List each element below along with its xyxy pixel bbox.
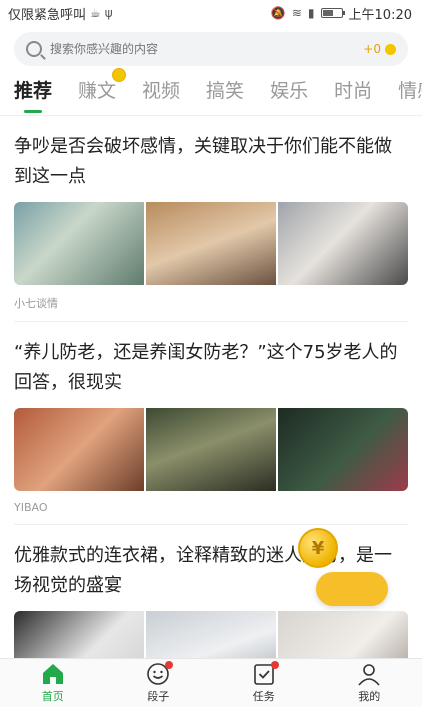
article-images[interactable] — [14, 202, 408, 285]
nav-jokes[interactable]: 段子 — [106, 659, 212, 707]
article-title[interactable]: “养儿防老，还是养闺女防老？”这个75岁老人的回答，很现实 — [14, 338, 408, 398]
carrier-text: 仅限紧急呼叫 — [8, 7, 87, 23]
article-title[interactable]: 争吵是否会破坏感情，关键取决于你们能不能做到这一点 — [14, 132, 408, 192]
category-tabs: 推荐 赚文 视频 搞笑 娱乐 时尚 情感 — [0, 66, 422, 116]
status-bar: 仅限紧急呼叫 ☕ ψ 🔕 ≋ ▮ 上午10:20 — [0, 0, 422, 26]
bottom-navigation: 首页 段子 任务 我的 — [0, 658, 422, 707]
article-source: YIBAO — [14, 501, 48, 514]
clock: 上午10:20 — [348, 7, 412, 23]
usb-icon: ψ — [104, 6, 113, 20]
nav-profile[interactable]: 我的 — [317, 659, 422, 707]
status-left: 仅限紧急呼叫 ☕ ψ — [8, 4, 113, 23]
tab-recommend[interactable]: 推荐 — [14, 76, 52, 115]
nav-label: 首页 — [41, 690, 64, 703]
tab-entertainment[interactable]: 娱乐 — [270, 76, 308, 115]
article-card[interactable]: 争吵是否会破坏感情，关键取决于你们能不能做到这一点 小七谈情 — [14, 116, 408, 322]
coin-badge-icon — [112, 68, 127, 82]
article-image[interactable] — [278, 202, 408, 285]
tab-fashion[interactable]: 时尚 — [334, 76, 372, 115]
article-card[interactable]: “养儿防老，还是养闺女防老？”这个75岁老人的回答，很现实 YIBAO — [14, 322, 408, 525]
reward-pill[interactable] — [316, 572, 388, 606]
article-image[interactable] — [146, 202, 276, 285]
search-bar[interactable]: +0 — [14, 32, 408, 66]
battery-icon — [320, 8, 345, 18]
tab-earn-articles[interactable]: 赚文 — [78, 68, 127, 115]
nav-label: 任务 — [252, 690, 275, 703]
coin-icon[interactable] — [385, 43, 396, 55]
wifi-icon: ≋ — [291, 6, 302, 20]
coin-count[interactable]: +0 — [363, 42, 381, 56]
notification-dot — [270, 661, 279, 669]
floating-reward-button[interactable]: ¥ — [298, 528, 388, 608]
app-notification-icon: ☕ — [90, 6, 101, 20]
tab-video[interactable]: 视频 — [142, 76, 180, 115]
smile-icon — [145, 661, 174, 686]
tab-emotion[interactable]: 情感 — [398, 76, 422, 115]
status-right: 🔕 ≋ ▮ 上午10:20 — [271, 4, 412, 23]
article-image[interactable] — [14, 202, 144, 285]
news-feed: 争吵是否会破坏感情，关键取决于你们能不能做到这一点 小七谈情 “养儿防老，还是养… — [0, 116, 422, 704]
task-icon — [251, 661, 279, 686]
mute-icon: 🔕 — [270, 6, 286, 20]
nav-label: 段子 — [147, 690, 170, 703]
article-image[interactable] — [14, 408, 144, 491]
notification-dot — [165, 661, 174, 669]
article-image[interactable] — [146, 408, 276, 491]
nav-tasks[interactable]: 任务 — [211, 659, 317, 707]
tab-funny[interactable]: 搞笑 — [206, 76, 244, 115]
article-source: 小七谈情 — [14, 297, 58, 310]
search-input[interactable] — [50, 42, 364, 56]
nav-label: 我的 — [358, 690, 381, 703]
user-icon — [358, 664, 380, 686]
search-icon — [26, 41, 42, 57]
signal-icon: ▮ — [307, 6, 315, 20]
home-icon — [42, 664, 63, 684]
article-image[interactable] — [278, 408, 408, 491]
nav-home[interactable]: 首页 — [0, 659, 106, 707]
article-images[interactable] — [14, 408, 408, 491]
yuan-coin-icon[interactable]: ¥ — [298, 528, 338, 568]
